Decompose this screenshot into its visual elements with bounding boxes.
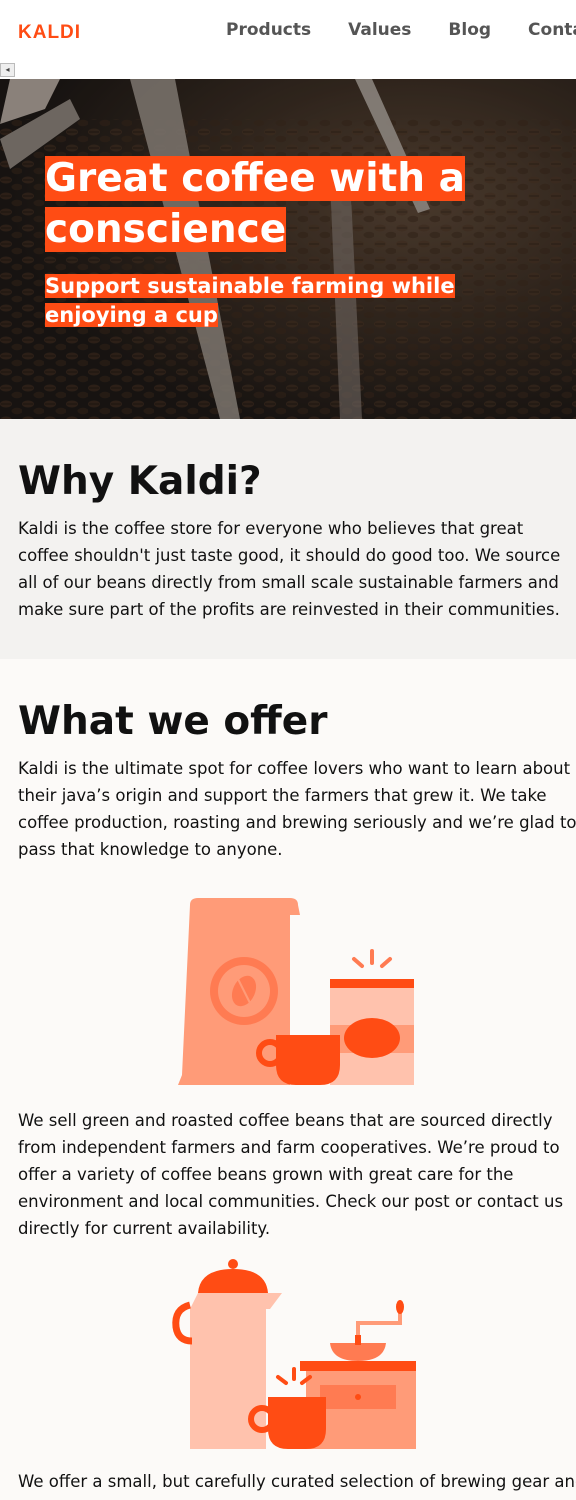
kaldi-logo[interactable]: KALDI: [18, 22, 81, 44]
beans-text: We sell green and roasted coffee beans t…: [18, 1111, 564, 1238]
hero-title: Great coffee with a conscience: [45, 156, 465, 252]
why-text: Kaldi is the coffee store for everyone w…: [18, 519, 561, 619]
why-kaldi-section: Why Kaldi? Kaldi is the coffee store for…: [0, 419, 576, 659]
why-heading: Why Kaldi?: [18, 459, 262, 504]
header-divider: [0, 63, 576, 79]
offer-intro-text: Kaldi is the ultimate spot for coffee lo…: [18, 759, 576, 859]
offer-heading: What we offer: [18, 699, 328, 744]
coffee-bag-cup-illustration: [178, 898, 414, 1085]
nav-item-contact[interactable]: Contact: [528, 20, 576, 40]
gear-text: We offer a small, but carefully curated …: [18, 1472, 576, 1491]
site-header: KALDI Products Values Blog Contact: [0, 0, 576, 63]
nav-item-products[interactable]: Products: [226, 20, 311, 40]
main-nav: Products Values Blog Contact: [226, 20, 576, 40]
nav-item-blog[interactable]: Blog: [448, 20, 491, 40]
hero-subtitle: Support sustainable farming while enjoyi…: [45, 274, 455, 327]
nav-item-values[interactable]: Values: [348, 20, 411, 40]
what-we-offer-section: What we offer Kaldi is the ultimate spot…: [0, 659, 576, 1500]
hero-banner: Great coffee with a conscience Support s…: [0, 79, 576, 419]
collapse-toggle-icon[interactable]: ◂: [0, 63, 15, 77]
brewing-gear-illustration: [172, 1259, 416, 1449]
